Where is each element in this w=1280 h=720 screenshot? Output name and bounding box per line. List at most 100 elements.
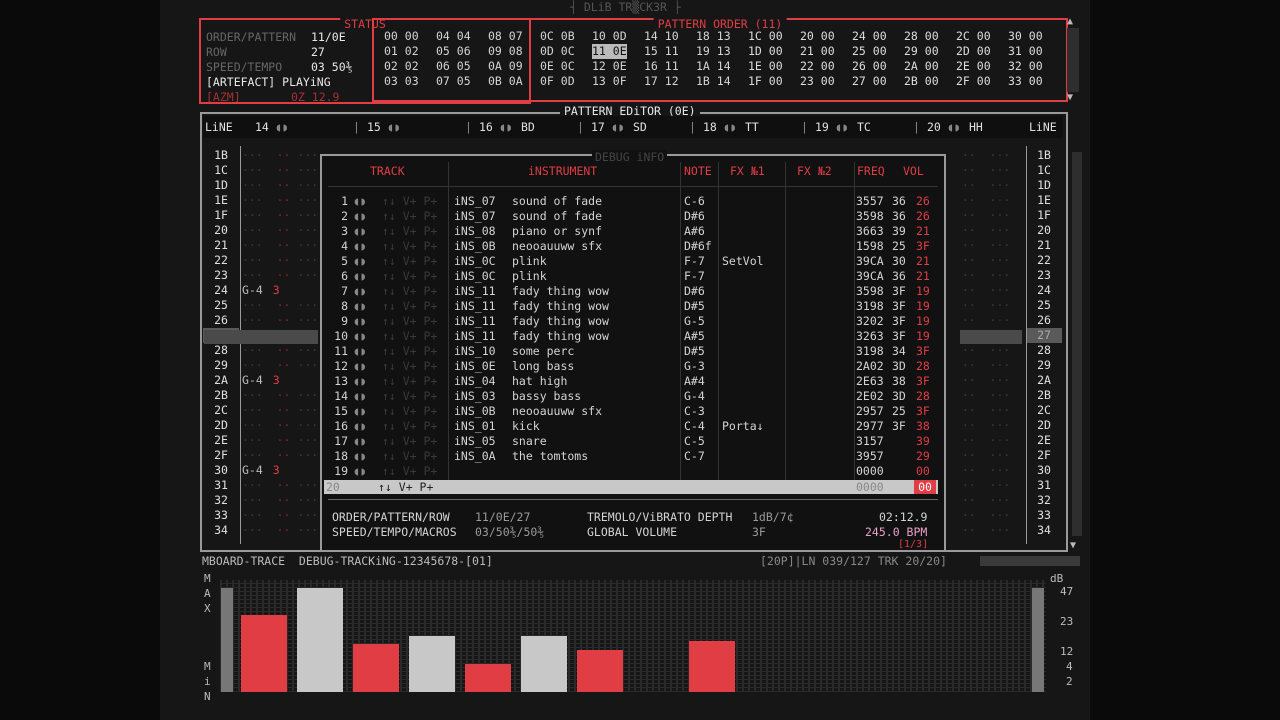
channel-number[interactable]: 20 [927,120,941,134]
track-mute-icon[interactable]: ◖◗ [353,344,367,359]
track-mute-icon[interactable]: ◖◗ [353,374,367,389]
order-entry[interactable]: 1D 00 [748,44,783,59]
track-cell[interactable]: ··· ·· ··· [242,418,318,433]
track-cell[interactable]: ··· ·· ··· [242,193,318,208]
order-entry[interactable]: 03 03 [384,74,419,89]
order-entry[interactable]: 16 11 [644,59,679,74]
order-entry[interactable]: 25 00 [852,44,887,59]
track-cell[interactable]: ··· ·· ··· [242,358,318,373]
track-cell[interactable]: ·· ··· [948,283,1024,298]
order-entry[interactable]: 1E 00 [748,59,783,74]
order-entry[interactable]: 07 05 [436,74,471,89]
track-mute-icon[interactable]: ◖◗ [353,284,367,299]
track-cell[interactable]: ·· ··· [948,433,1024,448]
debug-page-indicator[interactable]: [1/3] [898,539,928,551]
mute-toggle-icon[interactable]: ◖◗ [499,120,513,134]
order-scrollbar[interactable] [1067,28,1079,92]
track-cell[interactable]: ·· ··· [948,493,1024,508]
track-cell[interactable]: ··· ·· ··· [242,478,318,493]
track-cell[interactable]: ··· ·· ··· [242,313,318,328]
order-entry[interactable]: 2B 00 [904,74,939,89]
track-cell[interactable]: ·· ··· [948,388,1024,403]
track-mute-icon[interactable]: ◖◗ [353,434,367,449]
track-cell[interactable]: ··· ·· ··· [242,523,318,538]
order-entry[interactable]: 2A 00 [904,59,939,74]
track-cell[interactable]: ·· ··· [948,298,1024,313]
order-entry[interactable]: 1C 00 [748,29,783,44]
order-entry[interactable]: 27 00 [852,74,887,89]
track-cell[interactable]: ··· ·· ··· [242,403,318,418]
channel-number[interactable]: 15 [367,120,381,134]
order-entry[interactable]: 26 00 [852,59,887,74]
order-entry[interactable]: 20 00 [800,29,835,44]
order-entry[interactable]: 04 04 [436,29,471,44]
order-entry[interactable]: 1B 14 [696,74,731,89]
track-cell[interactable]: ··· ·· ··· [242,448,318,463]
track-cell[interactable]: ·· ··· [948,268,1024,283]
order-entry[interactable]: 17 12 [644,74,679,89]
track-cell[interactable]: ·· ··· [948,223,1024,238]
order-entry[interactable]: 12 0E [592,59,627,74]
track-cell[interactable]: ··· ·· ··· [242,178,318,193]
mute-toggle-icon[interactable]: ◖◗ [723,120,737,134]
track-cell[interactable]: ··· ·· ··· [242,508,318,523]
track-cell[interactable]: ·· ··· [948,418,1024,433]
order-entry[interactable]: 33 00 [1008,74,1043,89]
order-entry[interactable]: 28 00 [904,29,939,44]
track-cell[interactable]: ·· ··· [948,208,1024,223]
order-entry[interactable]: 2E 00 [956,59,991,74]
track-cell[interactable]: ·· ··· [948,508,1024,523]
order-entry[interactable]: 11 0E [592,44,627,59]
track-cell[interactable]: ··· ·· ··· [242,433,318,448]
track-cell[interactable]: ··· ·· ··· [242,493,318,508]
order-entry[interactable]: 31 00 [1008,44,1043,59]
track-mute-icon[interactable]: ◖◗ [353,194,367,209]
mute-toggle-icon[interactable]: ◖◗ [275,120,289,134]
track-cell[interactable]: ·· ··· [948,343,1024,358]
track-mute-icon[interactable]: ◖◗ [353,299,367,314]
track-cell[interactable]: ·· ··· [948,163,1024,178]
track-cell[interactable]: ·· ··· [948,523,1024,538]
track-cell[interactable]: ·· ··· [948,238,1024,253]
track-mute-icon[interactable]: ◖◗ [353,389,367,404]
order-entry[interactable]: 0D 0C [540,44,575,59]
order-entry[interactable]: 08 07 [488,29,523,44]
order-entry[interactable]: 10 0D [592,29,627,44]
track-mute-icon[interactable]: ◖◗ [353,239,367,254]
track-cell[interactable]: ·· ··· [948,373,1024,388]
mute-toggle-icon[interactable]: ◖◗ [387,120,401,134]
track-cell[interactable]: ·· ··· [948,148,1024,163]
track-cell[interactable]: G-4 3 [242,373,318,388]
order-scroll-down-icon[interactable]: ▼ [1067,92,1073,104]
track-cell[interactable]: ·· ··· [948,178,1024,193]
editor-scrollbar[interactable] [1072,152,1082,536]
mute-toggle-icon[interactable]: ◖◗ [947,120,961,134]
track-mute-icon[interactable]: ◖◗ [353,449,367,464]
order-entry[interactable]: 24 00 [852,29,887,44]
mute-toggle-icon[interactable]: ◖◗ [611,120,625,134]
track-cell[interactable]: ··· ·· ··· [242,223,318,238]
track-mute-icon[interactable]: ◖◗ [353,269,367,284]
track-cell[interactable]: ··· ·· ··· [242,343,318,358]
track-cell[interactable]: ·· ··· [948,193,1024,208]
track-cell[interactable]: ··· ·· ··· [242,208,318,223]
track-cell[interactable]: G-4 3 [242,283,318,298]
order-entry[interactable]: 2C 00 [956,29,991,44]
track-mute-icon[interactable]: ◖◗ [353,404,367,419]
track-cell[interactable]: ·· ··· [948,478,1024,493]
track-cell[interactable]: ··· ·· ··· [242,388,318,403]
order-entry[interactable]: 0C 0B [540,29,575,44]
mute-toggle-icon[interactable]: ◖◗ [835,120,849,134]
track-cell[interactable]: ·· ··· [948,253,1024,268]
order-entry[interactable]: 06 05 [436,59,471,74]
order-entry[interactable]: 32 00 [1008,59,1043,74]
order-entry[interactable]: 0F 0D [540,74,575,89]
order-entry[interactable]: 0A 09 [488,59,523,74]
order-entry[interactable]: 00 00 [384,29,419,44]
track-mute-icon[interactable]: ◖◗ [353,254,367,269]
order-entry[interactable]: 2D 00 [956,44,991,59]
order-entry[interactable]: 29 00 [904,44,939,59]
order-entry[interactable]: 05 06 [436,44,471,59]
channel-number[interactable]: 14 [255,120,269,134]
order-entry[interactable]: 13 0F [592,74,627,89]
